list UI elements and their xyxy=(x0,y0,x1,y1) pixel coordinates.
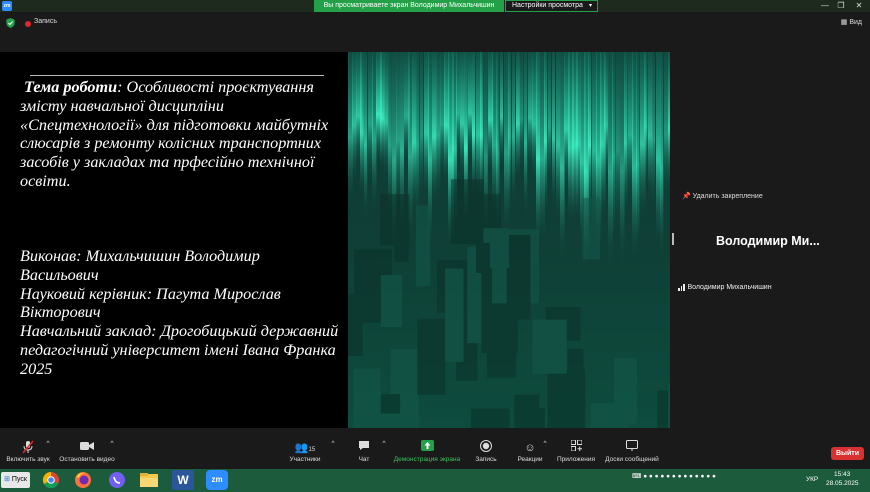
slide-topic-label: Тема роботи xyxy=(24,78,118,96)
participants-label: Участники xyxy=(289,456,321,463)
zoom-icon[interactable]: zm xyxy=(206,470,228,490)
leave-meeting-button[interactable]: Выйти xyxy=(831,447,864,460)
presentation-slide: Тема роботи: Особливості проєктування зм… xyxy=(0,52,670,428)
participants-icon: 👥15 xyxy=(294,442,316,454)
view-options-dropdown[interactable]: Настройки просмотра ▾ xyxy=(505,0,598,12)
stop-video-label: Остановить видео xyxy=(59,456,115,463)
stop-video-button[interactable]: Остановить видео xyxy=(58,440,116,468)
share-screen-label: Демонстрация экрана xyxy=(393,456,461,463)
view-grid-icon: ▦ xyxy=(840,19,848,26)
speaker-name: Володимир Ми... xyxy=(716,234,820,248)
close-button[interactable]: ✕ xyxy=(851,0,867,12)
windows-taskbar xyxy=(0,469,870,492)
record-icon xyxy=(472,440,500,456)
speaker-name-tag: Володимир Михальчишин xyxy=(678,284,772,291)
record-label: Запись xyxy=(475,456,497,463)
slide-credits: Виконав: Михальчишин Володимир Васильови… xyxy=(20,247,340,379)
zoom-app-icon: zm xyxy=(2,1,12,11)
reactions-options-chevron-icon[interactable]: ^ xyxy=(542,440,548,468)
explorer-icon[interactable] xyxy=(138,470,160,490)
apps-label: Приложения xyxy=(556,456,596,463)
participants-button[interactable]: 👥15 Участники xyxy=(285,440,325,468)
panel-resize-handle[interactable] xyxy=(672,233,674,245)
tray-apps-icon: ● ● ● ● ● ● ● ● ● ● ● ● ● xyxy=(643,473,716,480)
share-screen-button[interactable]: Демонстрация экрана xyxy=(393,440,461,468)
shield-icon[interactable] xyxy=(6,18,15,28)
restore-button[interactable]: ❐ xyxy=(833,0,849,12)
windows-logo-icon: ⊞ xyxy=(4,476,10,483)
view-label: Вид xyxy=(849,19,862,26)
whiteboards-label: Доски сообщений xyxy=(605,456,659,463)
share-screen-icon xyxy=(393,440,461,456)
unpin-button[interactable]: 📌 Удалить закрепление xyxy=(682,192,763,200)
slide-divider-line xyxy=(30,75,324,76)
shared-screen[interactable]: Тема роботи: Особливості проєктування зм… xyxy=(0,52,670,428)
recording-label: Запись xyxy=(34,18,57,25)
word-icon[interactable]: W xyxy=(172,470,194,490)
video-camera-icon xyxy=(58,440,116,456)
apps-icon xyxy=(555,439,597,456)
whiteboard-icon xyxy=(603,440,661,456)
participants-count: 15 xyxy=(308,447,316,453)
slide-topic: Тема роботи: Особливості проєктування зм… xyxy=(20,78,340,191)
chevron-down-icon: ▾ xyxy=(588,3,592,9)
firefox-icon[interactable] xyxy=(72,470,94,490)
slide-supervisor: Науковий керівник: Пагута Мирослав Вікто… xyxy=(20,284,281,322)
recording-indicator-icon xyxy=(25,21,31,27)
keyboard-icon: ⌨ xyxy=(632,473,642,480)
participants-options-chevron-icon[interactable]: ^ xyxy=(330,440,336,468)
slide-institution: Навчальний заклад: Дрогобицький державни… xyxy=(20,322,339,359)
slide-author: Виконав: Михальчишин Володимир Васильови… xyxy=(20,247,260,284)
audio-options-chevron-icon[interactable]: ^ xyxy=(45,440,51,468)
chat-button[interactable]: Чат xyxy=(350,440,378,468)
window-title-bar: zm Вы просматриваете экран Володимир Мих… xyxy=(0,0,870,12)
screen-share-banner: Вы просматриваете экран Володимир Михаль… xyxy=(314,0,504,12)
signal-bars-icon xyxy=(678,284,686,291)
system-tray[interactable]: ⌨ ● ● ● ● ● ● ● ● ● ● ● ● ● xyxy=(632,472,716,480)
viber-icon[interactable] xyxy=(106,470,128,490)
chat-label: Чат xyxy=(358,456,370,463)
chat-bubble-icon xyxy=(350,440,378,456)
language-indicator[interactable]: УКР xyxy=(806,476,818,483)
pin-icon: 📌 xyxy=(682,193,691,200)
clock-date[interactable]: 28.05.2025 xyxy=(826,480,859,487)
video-options-chevron-icon[interactable]: ^ xyxy=(109,440,115,468)
whiteboards-button[interactable]: Доски сообщений xyxy=(603,440,661,468)
view-options-label: Настройки просмотра xyxy=(512,2,583,9)
minimize-button[interactable]: — xyxy=(817,0,833,12)
start-label: Пуск xyxy=(11,476,27,483)
apps-button[interactable]: Приложения xyxy=(555,439,597,468)
start-button[interactable]: ⊞ Пуск xyxy=(1,472,30,488)
meeting-toolbar: Включить звук ^ Остановить видео ^ 👥15 У… xyxy=(0,439,870,468)
speaker-tag-label: Володимир Михальчишин xyxy=(687,284,772,291)
chat-options-chevron-icon[interactable]: ^ xyxy=(381,440,387,468)
aurora-background-image xyxy=(348,52,670,428)
record-button[interactable]: Запись xyxy=(472,440,500,468)
meeting-top-bar: Запись ▦ Вид xyxy=(0,12,870,36)
slide-year: 2025 xyxy=(20,359,53,378)
chrome-icon[interactable] xyxy=(40,470,62,490)
clock-time[interactable]: 15:43 xyxy=(834,471,850,478)
view-button[interactable]: ▦ Вид xyxy=(841,18,862,26)
unpin-label: Удалить закрепление xyxy=(692,193,763,200)
